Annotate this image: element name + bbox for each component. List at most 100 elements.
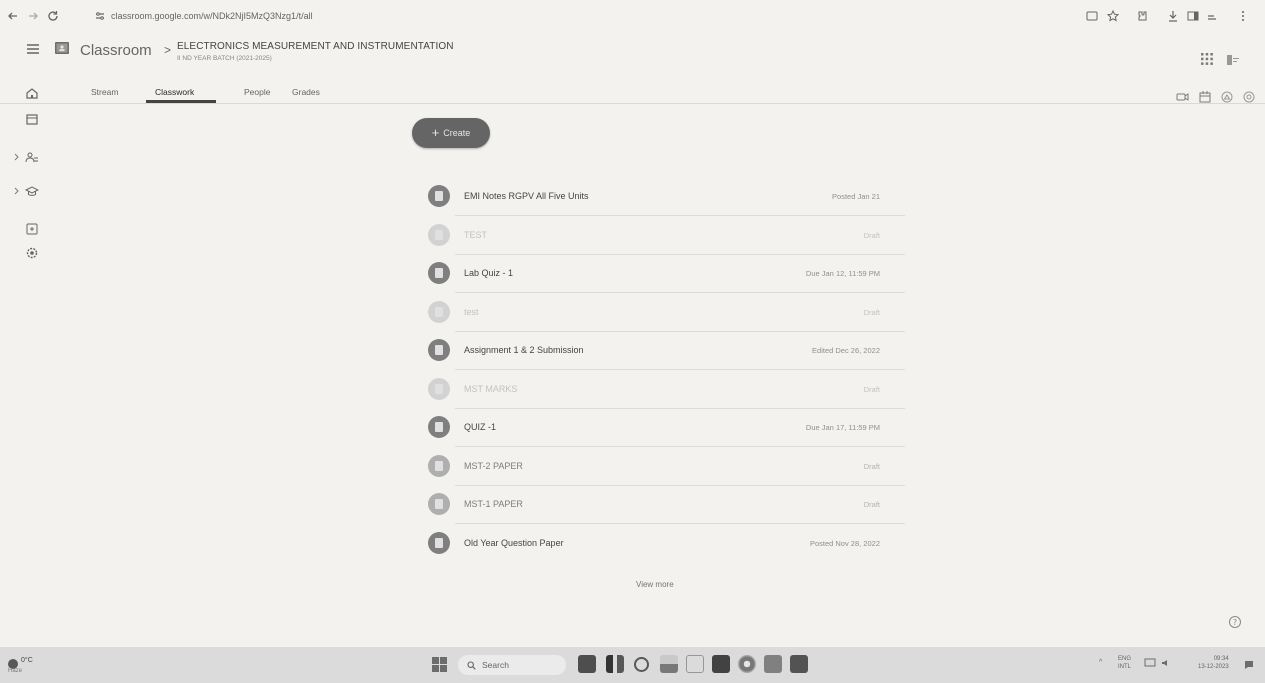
forward-icon[interactable] [26, 9, 40, 23]
create-label: Create [443, 128, 471, 138]
profile-icon[interactable] [1206, 9, 1222, 25]
class-settings-icon[interactable] [1242, 90, 1256, 104]
classwork-item[interactable]: test Draft [425, 292, 910, 332]
chat-icon[interactable] [634, 657, 649, 672]
input-language-line1: ENG [1118, 656, 1132, 662]
classwork-item[interactable]: Assignment 1 & 2 Submission Edited Dec 26… [425, 330, 910, 370]
browser-menu-icon[interactable] [1236, 9, 1252, 25]
reload-icon[interactable] [46, 9, 60, 23]
create-button[interactable]: + Create [412, 118, 490, 148]
bookmark-star-icon[interactable] [1106, 9, 1122, 25]
url-text: classroom.google.com/w/NDk2NjI5MzQ3Nzg1/… [111, 11, 313, 21]
wifi-icon[interactable] [1144, 657, 1156, 669]
back-icon[interactable] [6, 9, 20, 23]
svg-text:?: ? [1233, 618, 1237, 627]
taskbar-search[interactable]: Search [458, 655, 566, 675]
notification-icon[interactable] [1244, 660, 1254, 670]
classwork-item-title: Old Year Question Paper [464, 538, 564, 548]
home-icon[interactable] [25, 86, 39, 100]
classwork-item[interactable]: MST MARKS Draft [425, 369, 910, 409]
classwork-item[interactable]: EMI Notes RGPV All Five Units Posted Jan … [425, 176, 910, 216]
clock[interactable]: 09:34 13-12-2023 [1198, 655, 1229, 671]
weather-temperature[interactable]: 0°C [21, 657, 33, 664]
taskbar-app-icon[interactable] [712, 655, 730, 673]
extensions-icon[interactable] [1135, 9, 1151, 25]
input-language[interactable]: ENG INTL [1118, 655, 1131, 671]
course-title[interactable]: ELECTRONICS MEASUREMENT AND INSTRUMENTAT… [177, 41, 454, 52]
classwork-item-status: Due Jan 12, 11:59 PM [805, 268, 880, 278]
plus-icon: + [431, 125, 440, 140]
tab-grades[interactable]: Grades [292, 87, 320, 97]
google-meet-icon[interactable] [1176, 90, 1190, 104]
classwork-item-status: Posted Jan 21 [832, 191, 880, 201]
classwork-item[interactable]: QUIZ -1 Due Jan 17, 11:59 PM [425, 407, 910, 447]
app-name[interactable]: Classroom [80, 42, 152, 59]
material-icon [428, 378, 450, 400]
tabs-divider [0, 103, 1265, 104]
photos-icon[interactable] [790, 655, 808, 673]
classroom-logo[interactable] [55, 41, 69, 55]
tray-overflow-icon[interactable]: ^ [1099, 659, 1102, 666]
classwork-item-title: QUIZ -1 [464, 422, 497, 432]
classwork-item-status: Draft [863, 384, 880, 394]
material-icon [428, 301, 450, 323]
clock-time: 09:34 [1213, 656, 1229, 662]
search-icon [467, 660, 476, 670]
classwork-item-status: Draft [863, 307, 880, 317]
archived-classes-icon[interactable] [25, 222, 39, 236]
material-icon [428, 224, 450, 246]
clock-date: 13-12-2023 [1198, 664, 1229, 670]
material-icon [428, 262, 450, 284]
google-apps-icon[interactable] [1201, 53, 1213, 65]
account-avatar[interactable] [1225, 53, 1241, 67]
download-icon[interactable] [1166, 9, 1182, 25]
drive-folder-icon[interactable] [1220, 90, 1234, 104]
file-explorer-icon[interactable] [660, 655, 678, 673]
material-icon [428, 532, 450, 554]
tab-classwork[interactable]: Classwork [155, 87, 194, 97]
weather-description[interactable]: Haze [8, 668, 22, 674]
classwork-item-title: TEST [464, 230, 488, 240]
classwork-item[interactable]: Old Year Question Paper Posted Nov 28, 20… [425, 523, 910, 563]
main-menu-icon[interactable] [25, 42, 41, 56]
classwork-item-status: Draft [863, 461, 880, 471]
calendar-icon[interactable] [1198, 90, 1212, 104]
view-more-link[interactable]: View more [636, 580, 674, 589]
classwork-item[interactable]: Lab Quiz - 1 Due Jan 12, 11:59 PM [425, 253, 910, 293]
cast-icon[interactable] [1085, 9, 1101, 25]
settings-gear-icon[interactable] [25, 246, 39, 260]
calendar-nav-icon[interactable] [25, 112, 39, 126]
classwork-item-status: Due Jan 17, 11:59 PM [805, 422, 880, 432]
chrome-icon[interactable] [738, 655, 756, 673]
site-info-icon[interactable] [95, 11, 105, 21]
windows-start-icon[interactable] [432, 657, 447, 672]
classwork-item[interactable]: MST-2 PAPER Draft [425, 446, 910, 486]
classwork-item-status: Draft [863, 499, 880, 509]
mail-icon[interactable] [764, 655, 782, 673]
tab-people[interactable]: People [244, 87, 270, 97]
course-section: II ND YEAR BATCH (2021-2025) [177, 55, 272, 62]
store-icon[interactable] [686, 655, 704, 673]
classwork-item[interactable]: TEST Draft [425, 215, 910, 255]
classwork-item-status: Edited Dec 26, 2022 [812, 345, 880, 355]
address-bar[interactable]: classroom.google.com/w/NDk2NjI5MzQ3Nzg1/… [95, 7, 395, 25]
classwork-item-status: Posted Nov 28, 2022 [809, 538, 880, 548]
volume-icon[interactable] [1160, 657, 1172, 669]
classwork-item-title: MST MARKS [464, 384, 518, 394]
material-icon [428, 185, 450, 207]
side-panel-icon[interactable] [1186, 9, 1202, 25]
classwork-item-title: MST-2 PAPER [464, 461, 523, 471]
taskbar-search-label: Search [482, 660, 509, 670]
tab-stream[interactable]: Stream [91, 87, 118, 97]
windows-taskbar [0, 647, 1265, 683]
taskbar-app-animal-widget-icon[interactable] [578, 655, 596, 673]
material-icon [428, 339, 450, 361]
teaching-people-icon[interactable] [25, 150, 39, 164]
enrolled-graduation-cap-icon[interactable] [25, 184, 39, 198]
breadcrumb-separator: > [164, 43, 172, 57]
help-icon[interactable]: ? [1228, 615, 1242, 629]
classwork-item-title: EMI Notes RGPV All Five Units [464, 191, 589, 201]
task-view-icon[interactable] [606, 655, 624, 673]
classwork-item[interactable]: MST-1 PAPER Draft [425, 484, 910, 524]
material-icon [428, 416, 450, 438]
